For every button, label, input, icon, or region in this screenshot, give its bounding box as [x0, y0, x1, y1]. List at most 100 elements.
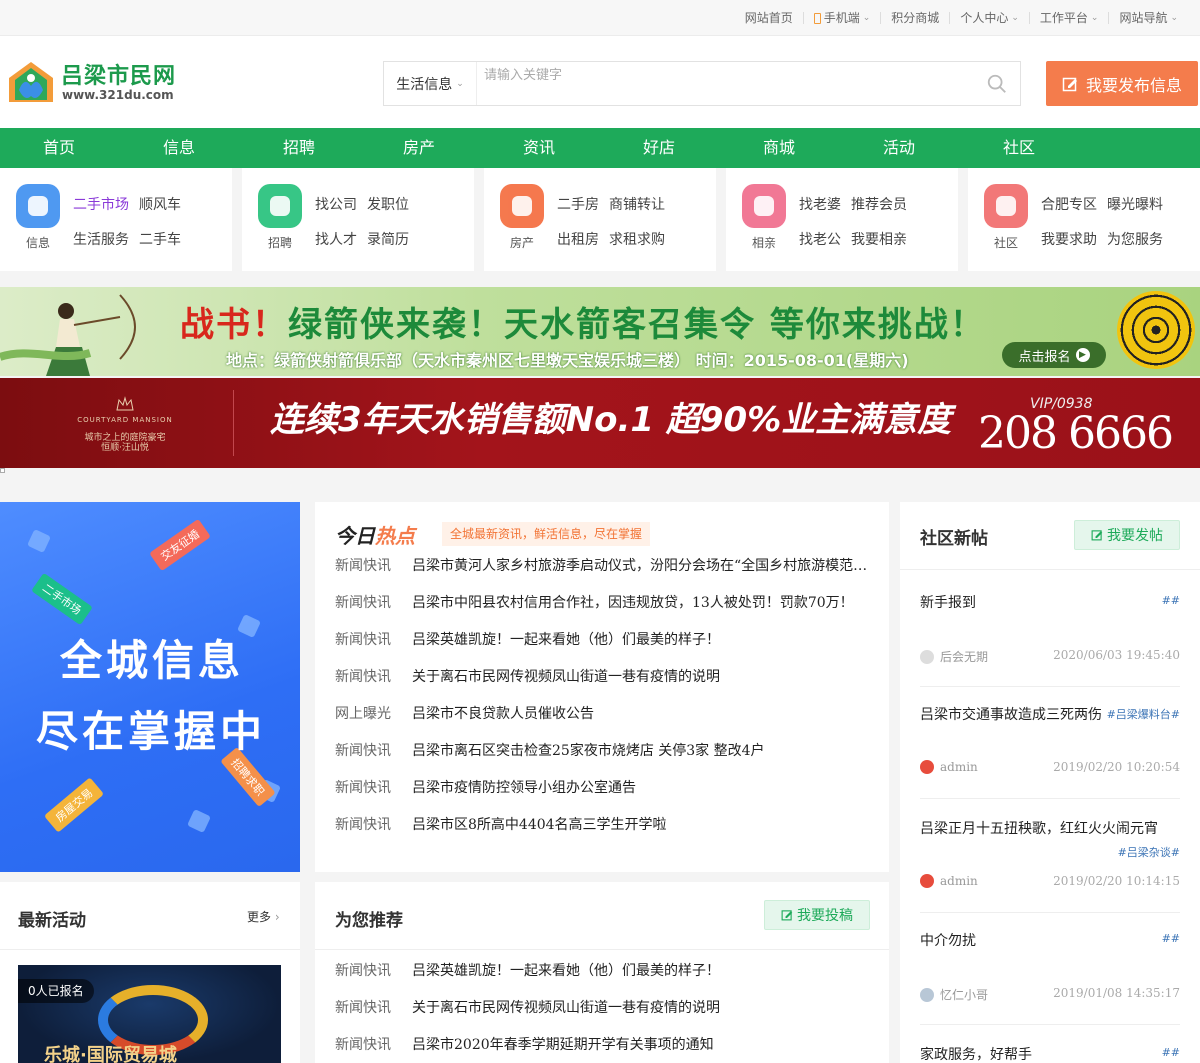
post-title[interactable]: 家政服务，好帮手 — [920, 1044, 1032, 1063]
post-author[interactable]: admin — [920, 760, 978, 774]
building-icon[interactable] — [500, 184, 544, 228]
category-box: 信息 二手市场 顺风车 生活服务 二手车 — [0, 168, 232, 271]
site-logo[interactable]: 吕梁市民网 www.321du.com — [5, 56, 190, 110]
news-row[interactable]: 新闻快讯 吕梁市中阳县农村信用合作社，因违规放贷，13人被处罚！罚款70万！ — [335, 592, 875, 612]
post-tag[interactable]: #吕梁爆料台# — [1107, 706, 1180, 722]
top-link[interactable]: 网站首页 — [735, 12, 803, 24]
news-row[interactable]: 新闻快讯 吕梁市离石区突击检查25家夜市烧烤店 关停3家 整改4户 — [335, 740, 875, 760]
post-time: 2020/06/03 19:45:40 — [1053, 648, 1180, 662]
top-link[interactable]: 手机端 ⌄ — [802, 12, 881, 24]
news-title[interactable]: 吕梁市2020年春季学期延期开学有关事项的通知 — [412, 1037, 714, 1053]
news-row[interactable]: 新闻快讯 吕梁市黄河人家乡村旅游季启动仪式，汾阳分会场在“全国乡村旅游模范… — [335, 555, 875, 575]
news-title[interactable]: 吕梁英雄凯旋！一起来看她（他）们最美的样子！ — [412, 963, 720, 979]
category-link[interactable]: 录简历 — [367, 229, 409, 249]
category-label[interactable]: 社区 — [982, 234, 1030, 251]
news-row[interactable]: 新闻快讯 吕梁英雄凯旋！一起来看她（他）们最美的样子！ — [335, 629, 875, 649]
heart-icon[interactable] — [742, 184, 786, 228]
info-icon[interactable] — [16, 184, 60, 228]
news-title[interactable]: 吕梁市离石区突击检查25家夜市烧烤店 关停3家 整改4户 — [412, 743, 765, 759]
top-link[interactable]: 工作平台 ⌄ — [1028, 12, 1109, 24]
recommend-row[interactable]: 新闻快讯 吕梁英雄凯旋！一起来看她（他）们最美的样子！ — [335, 960, 875, 980]
submit-article-button[interactable]: 我要投稿 — [764, 900, 870, 930]
search-input[interactable] — [484, 62, 964, 105]
post-author[interactable]: 后会无期 — [920, 648, 988, 665]
realestate-banner[interactable]: COURTYARD MANSION 城市之上的庭院豪宅 恒顺·汪山悦 连续3年天… — [0, 378, 1200, 468]
category-link[interactable]: 找公司 — [315, 194, 357, 214]
category-link[interactable]: 找人才 — [315, 229, 357, 249]
banner-pager-dot[interactable] — [0, 468, 5, 473]
community-icon[interactable] — [984, 184, 1028, 228]
post-author[interactable]: admin — [920, 874, 978, 888]
recommend-row[interactable]: 新闻快讯 关于离石市民网传视频凤山街道一巷有疫情的说明 — [335, 997, 875, 1017]
post-tag[interactable]: #吕梁杂谈# — [1118, 844, 1180, 860]
post-title[interactable]: 中介勿扰 — [920, 930, 976, 950]
news-row[interactable]: 网上曝光 吕梁市不良贷款人员催收公告 — [335, 703, 875, 723]
category-label[interactable]: 招聘 — [256, 234, 304, 251]
category-link[interactable]: 商铺转让 — [609, 194, 665, 214]
nav-item[interactable]: 活动 — [859, 128, 939, 168]
post-tag[interactable]: ## — [1162, 932, 1180, 945]
category-link[interactable]: 发职位 — [367, 194, 409, 214]
top-link[interactable]: 网站导航 ⌄ — [1108, 12, 1188, 24]
category-link[interactable]: 顺风车 — [139, 194, 181, 214]
category-link[interactable]: 推荐会员 — [851, 194, 907, 214]
category-link[interactable]: 找老公 — [799, 229, 841, 249]
news-title[interactable]: 吕梁市中阳县农村信用合作社，因违规放贷，13人被处罚！罚款70万！ — [412, 595, 854, 611]
top-bar: 网站首页 手机端 ⌄ 积分商城 个人中心 ⌄ 工作平台 ⌄ 网站导航 ⌄ — [0, 0, 1200, 36]
category-link[interactable]: 合肥专区 — [1041, 194, 1097, 214]
news-row[interactable]: 新闻快讯 吕梁市区8所高中4404名高三学生开学啦 — [335, 814, 875, 834]
news-title[interactable]: 吕梁市不良贷款人员催收公告 — [412, 706, 594, 722]
nav-item[interactable]: 资讯 — [499, 128, 579, 168]
news-row[interactable]: 新闻快讯 吕梁市疫情防控领导小组办公室通告 — [335, 777, 875, 797]
category-label[interactable]: 房产 — [498, 234, 546, 251]
category-link[interactable]: 找老婆 — [799, 194, 841, 214]
category-link[interactable]: 出租房 — [557, 229, 599, 249]
category-label[interactable]: 信息 — [14, 234, 62, 251]
news-title[interactable]: 关于离石市民网传视频凤山街道一巷有疫情的说明 — [412, 669, 720, 685]
post-title[interactable]: 吕梁正月十五扭秧歌，红红火火闹元宵 — [920, 818, 1158, 838]
top-link[interactable]: 个人中心 ⌄ — [949, 12, 1029, 24]
promo-banner[interactable]: 二手市场 交友征婚 招聘求职 房屋交易 全城信息 尽在掌握中 — [0, 502, 300, 872]
category-link[interactable]: 二手房 — [557, 194, 599, 214]
category-box: 社区 合肥专区 曝光曝料 我要求助 为您服务 — [968, 168, 1200, 271]
search-icon[interactable] — [986, 73, 1008, 95]
nav-item[interactable]: 商城 — [739, 128, 819, 168]
activities-more-link[interactable]: 更多 › — [247, 908, 280, 925]
news-title[interactable]: 吕梁市疫情防控领导小组办公室通告 — [412, 780, 636, 796]
post-author[interactable]: 忆仁小哥 — [920, 986, 988, 1003]
post-tag[interactable]: ## — [1162, 594, 1180, 607]
nav-item[interactable]: 信息 — [139, 128, 219, 168]
nav-item[interactable]: 好店 — [619, 128, 699, 168]
news-title[interactable]: 吕梁市黄河人家乡村旅游季启动仪式，汾阳分会场在“全国乡村旅游模范… — [412, 558, 867, 574]
recommend-row[interactable]: 新闻快讯 吕梁市2020年春季学期延期开学有关事项的通知 — [335, 1034, 875, 1054]
category-link[interactable]: 我要相亲 — [851, 229, 907, 249]
avatar — [920, 649, 934, 664]
category-link[interactable]: 二手车 — [139, 229, 181, 249]
category-link[interactable]: 我要求助 — [1041, 229, 1097, 249]
nav-item[interactable]: 招聘 — [259, 128, 339, 168]
archery-banner[interactable]: 战书！绿箭侠来袭！天水箭客召集令 等你来挑战！ 地点：绿箭侠射箭俱乐部（天水市秦… — [0, 287, 1200, 376]
briefcase-icon[interactable] — [258, 184, 302, 228]
category-link[interactable]: 二手市场 — [73, 194, 129, 214]
category-label[interactable]: 相亲 — [740, 234, 788, 251]
post-tag[interactable]: ## — [1162, 1046, 1180, 1059]
top-link[interactable]: 积分商城 — [880, 12, 949, 24]
publish-info-button[interactable]: 我要发布信息 — [1046, 61, 1198, 106]
news-title[interactable]: 吕梁市区8所高中4404名高三学生开学啦 — [412, 817, 667, 833]
nav-item[interactable]: 社区 — [979, 128, 1059, 168]
activity-image[interactable]: 0人已报名 乐城·国际贸易城 — [18, 965, 281, 1063]
nav-item[interactable]: 房产 — [379, 128, 459, 168]
banner1-register-button[interactable]: 点击报名 ▶ — [1002, 342, 1106, 368]
new-post-button[interactable]: 我要发帖 — [1074, 520, 1180, 550]
news-title[interactable]: 吕梁英雄凯旋！一起来看她（他）们最美的样子！ — [412, 632, 720, 648]
post-title[interactable]: 吕梁市交通事故造成三死两伤 — [920, 704, 1102, 724]
category-link[interactable]: 求租求购 — [609, 229, 665, 249]
category-link[interactable]: 曝光曝料 — [1107, 194, 1163, 214]
category-link[interactable]: 为您服务 — [1107, 229, 1163, 249]
post-title[interactable]: 新手报到 — [920, 592, 976, 612]
news-row[interactable]: 新闻快讯 关于离石市民网传视频凤山街道一巷有疫情的说明 — [335, 666, 875, 686]
nav-item[interactable]: 首页 — [19, 128, 99, 168]
news-title[interactable]: 关于离石市民网传视频凤山街道一巷有疫情的说明 — [412, 1000, 720, 1016]
search-category-select[interactable]: 生活信息 ⌄ — [384, 62, 477, 105]
category-link[interactable]: 生活服务 — [73, 229, 129, 249]
